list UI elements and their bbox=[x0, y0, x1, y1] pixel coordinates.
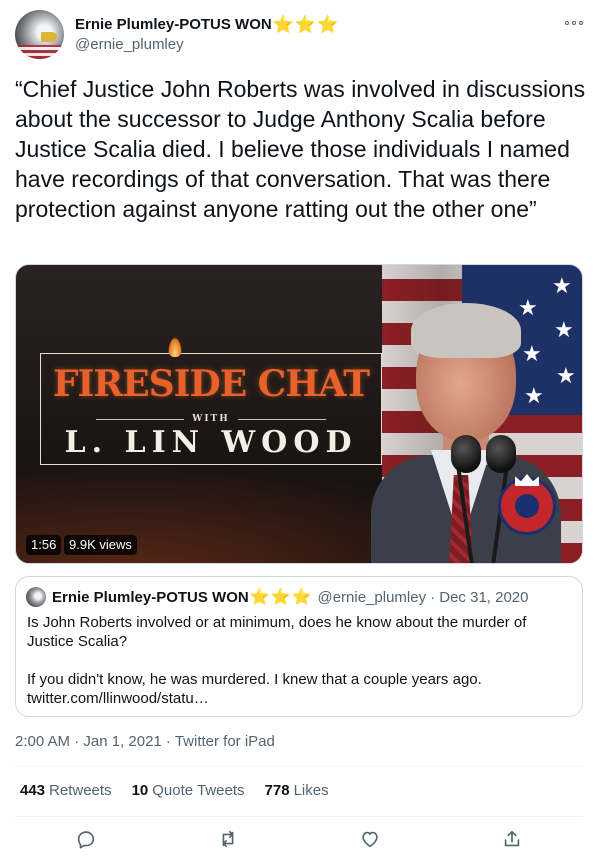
flame-icon bbox=[168, 337, 182, 357]
action-bar bbox=[0, 828, 598, 856]
quoted-tweet[interactable]: Ernie Plumley-POTUS WON ⭐ ⭐ ⭐ @ernie_plu… bbox=[15, 576, 583, 717]
avatar bbox=[26, 587, 46, 607]
share-icon[interactable] bbox=[501, 828, 525, 852]
quoted-handle: @ernie_plumley bbox=[317, 588, 427, 606]
channel-logo bbox=[498, 474, 556, 535]
likes-stat[interactable]: 778 Likes bbox=[265, 782, 329, 799]
video-duration: 1:56 bbox=[26, 535, 62, 555]
engagement-stats: 443 Retweets 10 Quote Tweets 778 Likes bbox=[20, 782, 329, 799]
star-icon: ⭐ bbox=[317, 15, 339, 34]
quoted-display-name: Ernie Plumley-POTUS WON bbox=[52, 588, 249, 606]
tweet-timestamp[interactable]: 2:00 AM · Jan 1, 2021 · Twitter for iPad bbox=[15, 733, 275, 750]
divider bbox=[15, 766, 583, 767]
star-icon: ⭐ bbox=[249, 589, 270, 606]
divider bbox=[15, 816, 583, 817]
quote-tweets-stat[interactable]: 10 Quote Tweets bbox=[132, 782, 245, 799]
author-handle[interactable]: @ernie_plumley bbox=[75, 36, 338, 53]
quoted-tweet-header: Ernie Plumley-POTUS WON ⭐ ⭐ ⭐ @ernie_plu… bbox=[26, 587, 529, 607]
heart-icon[interactable] bbox=[359, 828, 383, 852]
retweet-icon[interactable] bbox=[217, 828, 241, 852]
quoted-text-paragraph: Is John Roberts involved or at minimum, … bbox=[27, 614, 527, 650]
star-icon: ⭐ bbox=[291, 589, 312, 606]
avatar-flag bbox=[15, 45, 64, 59]
tweet-header: Ernie Plumley-POTUS WON ⭐ ⭐ ⭐ @ernie_plu… bbox=[15, 10, 583, 62]
video-title-with-row: WITH bbox=[96, 413, 326, 425]
quoted-date: · Dec 31, 2020 bbox=[430, 588, 529, 606]
quoted-text-paragraph: If you didn't know, he was murdered. I k… bbox=[27, 671, 482, 707]
microphone-icon bbox=[486, 435, 516, 473]
author-display-name-row[interactable]: Ernie Plumley-POTUS WON ⭐ ⭐ ⭐ bbox=[75, 16, 338, 33]
star-icon: ⭐ bbox=[294, 15, 317, 34]
more-icon[interactable] bbox=[565, 14, 583, 32]
video-title-name: L. LIN WOOD bbox=[64, 425, 358, 460]
video-player[interactable]: ★ ★ ★ ★ ★ ★ FIRESIDE CHAT WITH L. LIN WOOD 1… bbox=[15, 264, 583, 564]
avatar-eagle-beak bbox=[41, 32, 57, 42]
quoted-tweet-text: Is John Roberts involved or at minimum, … bbox=[27, 613, 572, 708]
star-icon: ⭐ bbox=[270, 589, 291, 606]
author-names: Ernie Plumley-POTUS WON ⭐ ⭐ ⭐ @ernie_plu… bbox=[75, 16, 338, 53]
video-title-main: FIRESIDE CHAT bbox=[52, 363, 370, 405]
retweets-stat[interactable]: 443 Retweets bbox=[20, 782, 112, 799]
video-title-with: WITH bbox=[192, 414, 230, 424]
star-icon: ⭐ bbox=[272, 15, 294, 34]
avatar[interactable] bbox=[15, 10, 64, 59]
reply-icon[interactable] bbox=[75, 828, 99, 852]
microphone-icon bbox=[451, 435, 481, 473]
video-views: 9.9K views bbox=[64, 535, 137, 555]
tweet-text: “Chief Justice John Roberts was involved… bbox=[15, 76, 586, 222]
author-display-name[interactable]: Ernie Plumley-POTUS WON bbox=[75, 16, 272, 33]
